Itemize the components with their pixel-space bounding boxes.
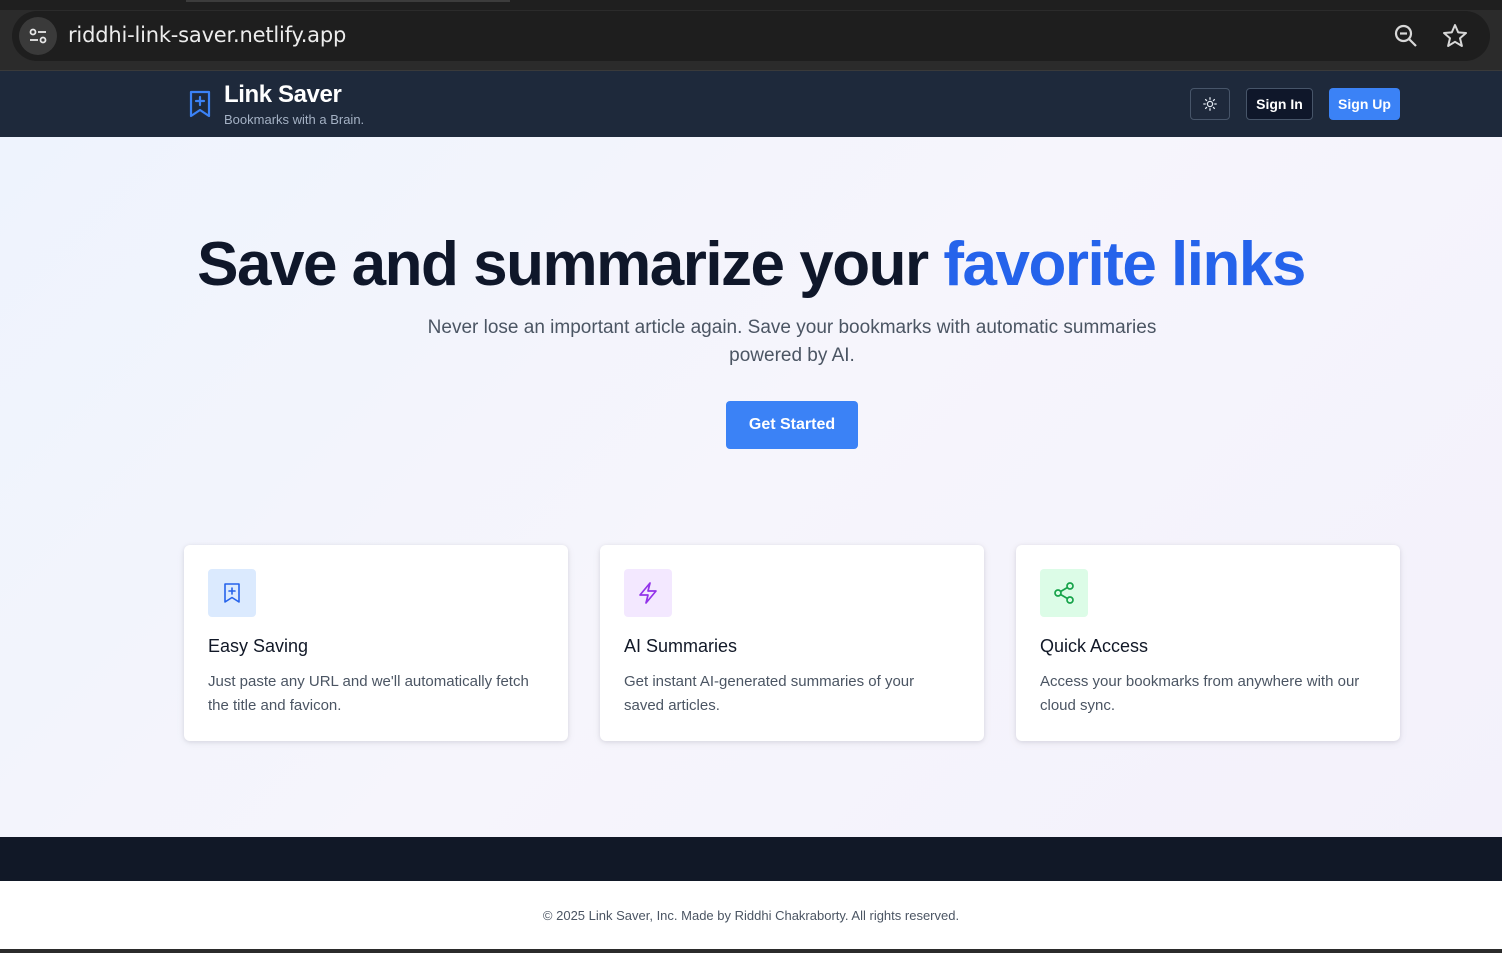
feature-card-ai-summaries: AI Summaries Get instant AI-generated su… xyxy=(600,545,984,741)
url-text[interactable]: riddhi-link-saver.netlify.app xyxy=(68,23,346,47)
get-started-button[interactable]: Get Started xyxy=(726,401,858,449)
app-header: Link Saver Bookmarks with a Brain. Sign … xyxy=(0,71,1502,137)
address-bar[interactable]: riddhi-link-saver.netlify.app xyxy=(12,11,1490,61)
site-info-icon[interactable] xyxy=(19,17,57,55)
feature-card-easy-saving: Easy Saving Just paste any URL and we'll… xyxy=(184,545,568,741)
feature-title: Easy Saving xyxy=(208,636,309,656)
copyright-text: © 2025 Link Saver, Inc. Made by Riddhi C… xyxy=(542,908,960,923)
window-bottom-edge xyxy=(0,949,1502,953)
browser-toolbar: riddhi-link-saver.netlify.app xyxy=(0,0,1502,71)
feature-description: Get instant AI-generated summaries of yo… xyxy=(624,673,915,714)
feature-description: Access your bookmarks from anywhere with… xyxy=(1040,673,1360,714)
brand-title[interactable]: Link Saver xyxy=(224,81,342,109)
hero-title: Save and summarize your favorite links xyxy=(0,227,1502,303)
sun-icon xyxy=(1203,97,1217,111)
share-icon xyxy=(1040,569,1088,617)
tab-strip xyxy=(0,0,1502,10)
main-content: Save and summarize your favorite links N… xyxy=(0,137,1502,837)
feature-description: Just paste any URL and we'll automatical… xyxy=(208,673,529,714)
hero-title-main: Save and summarize your xyxy=(197,230,944,299)
lightning-icon xyxy=(624,569,672,617)
hero-subtitle: Never lose an important article again. S… xyxy=(427,317,1157,366)
feature-title: AI Summaries xyxy=(624,636,738,656)
theme-toggle-button[interactable] xyxy=(1190,88,1230,120)
bookmark-plus-icon xyxy=(189,90,211,118)
bookmark-plus-icon xyxy=(208,569,256,617)
feature-card-quick-access: Quick Access Access your bookmarks from … xyxy=(1016,545,1400,741)
feature-title: Quick Access xyxy=(1040,636,1149,656)
footer: © 2025 Link Saver, Inc. Made by Riddhi C… xyxy=(0,881,1502,949)
zoom-icon[interactable] xyxy=(1393,23,1419,49)
bookmark-star-icon[interactable] xyxy=(1441,22,1469,50)
sign-in-button[interactable]: Sign In xyxy=(1246,88,1313,120)
footer-band xyxy=(0,837,1502,881)
hero-title-highlight: favorite links xyxy=(943,230,1306,299)
active-tab-indicator[interactable] xyxy=(186,0,510,2)
brand-tagline: Bookmarks with a Brain. xyxy=(224,112,365,127)
sign-up-button[interactable]: Sign Up xyxy=(1329,88,1400,120)
